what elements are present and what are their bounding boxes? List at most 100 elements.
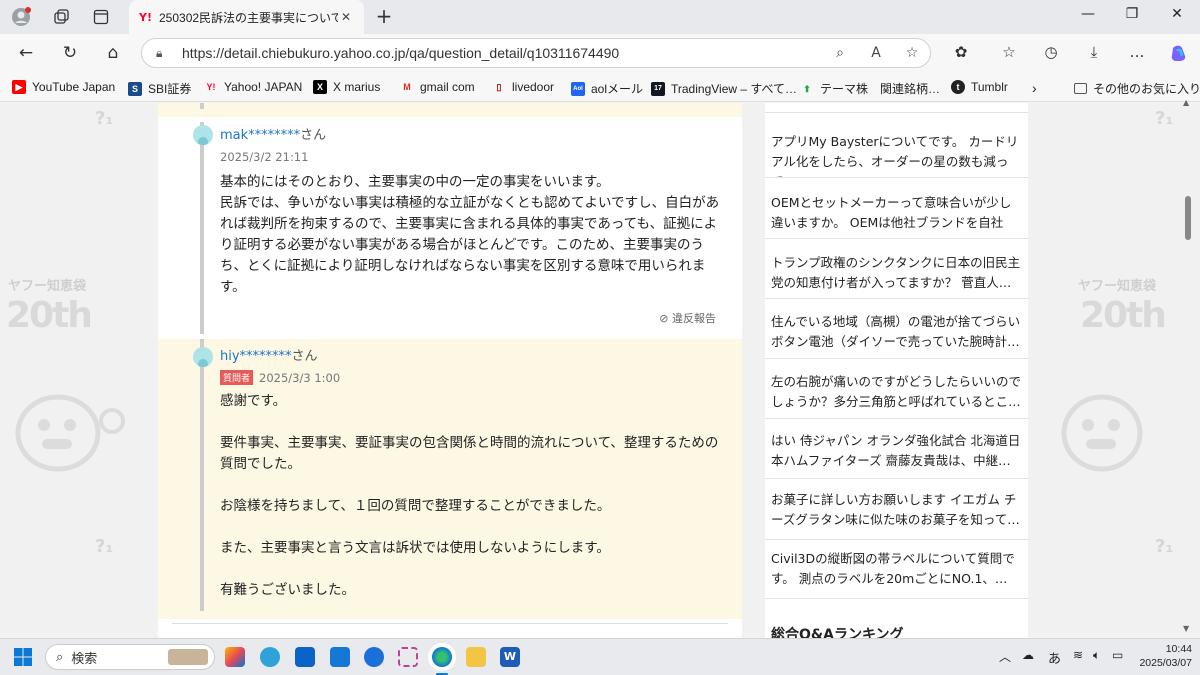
sidebar-item[interactable]: はい 侍ジャパン オランダ強化試合 北海道日本ハムファイターズ 齋藤友貴哉は、中… <box>765 420 1028 479</box>
windows-start-icon[interactable] <box>14 648 32 670</box>
mascot-right-icon <box>1032 373 1182 487</box>
question-mark-decor-icon: ?₁ <box>1155 108 1174 129</box>
web-page: ?₁ ヤフー知恵袋 20th ?₁ ?₁ ヤフー知恵袋 20th ?₁ mak*… <box>0 103 1200 638</box>
bookmark-livedoor[interactable]: ▯ livedoor <box>492 80 555 94</box>
bookmark-gmail[interactable]: Mgmail com <box>400 80 474 94</box>
sidebar-item-partial[interactable] <box>765 103 1028 113</box>
answer-username[interactable]: mak********さん <box>220 124 326 143</box>
tradingview-icon: 17 <box>651 81 665 96</box>
sidebar-item[interactable]: Civil3Dの縦断図の帯ラベルについて質問です。 測点のラベルを20mごとにN… <box>765 541 1028 599</box>
tray-chevron-icon[interactable]: ︿ <box>999 648 1011 665</box>
refresh-icon[interactable]: ↻ <box>58 43 82 63</box>
mascot-left-icon <box>8 373 128 487</box>
back-icon[interactable]: ← <box>14 43 38 63</box>
bookmark-aol[interactable]: Aol aolメール <box>571 80 643 97</box>
history-icon[interactable]: ◷ <box>1040 43 1062 61</box>
url-text[interactable]: https://detail.chiebukuro.yahoo.co.jp/qa… <box>182 45 822 61</box>
zoom-icon[interactable]: ⌕ <box>822 45 858 61</box>
thread-line <box>200 339 204 611</box>
address-bar[interactable]: 🔒︎ https://detail.chiebukuro.yahoo.co.jp… <box>141 38 931 68</box>
sidebar-item[interactable]: OEMとセットメーカーって意味合いが少し違いますか。 OEMは他社ブランドを自社… <box>765 179 1028 239</box>
screen: Y! 250302民訴法の主要事実について… ✕ + — ❐ ✕ ← ↻ ⌂ 🔒… <box>0 0 1200 675</box>
yahoo-favicon-icon: Y! <box>139 10 152 24</box>
questioner-badge: 質問者 <box>220 370 254 385</box>
outlook-icon[interactable] <box>295 647 315 667</box>
thread-line <box>200 103 204 109</box>
bookmark-tradingview[interactable]: 17 TradingView – すべて… <box>651 80 797 97</box>
bookmark-other-folder[interactable]: その他のお気に入り <box>1074 80 1200 97</box>
minimize-icon[interactable]: — <box>1077 6 1099 22</box>
sidebar-item[interactable]: アプリMy Baysterについてです。 カードリアル化をしたら、オーダーの星の… <box>765 120 1028 178</box>
scroll-up-icon[interactable]: ▲ <box>1183 98 1189 107</box>
prohibit-icon: ⊘ <box>659 312 672 325</box>
bookmark-x[interactable]: XX marius <box>313 80 380 94</box>
bookmark-yahoo[interactable]: Y! Yahoo! JAPAN <box>204 80 303 94</box>
scrollbar-thumb[interactable] <box>1185 196 1191 240</box>
favorite-star-icon[interactable]: ☆ <box>894 45 930 61</box>
tumblr-icon: t <box>951 80 965 94</box>
home-icon[interactable]: ⌂ <box>101 43 125 63</box>
bookmarks-overflow-icon[interactable]: › <box>1032 80 1037 96</box>
sidebar-item[interactable]: 左の右腕が痛いのですがどうしたらいいのでしょうか？多分三角筋と呼ばれているとこ… <box>765 360 1028 419</box>
profile-icon[interactable] <box>10 6 32 28</box>
bookmark-youtube[interactable]: ▶ YouTube Japan <box>12 80 115 94</box>
copilot-icon[interactable] <box>1168 43 1190 67</box>
taskbar-search[interactable]: ⌕ 検索 <box>45 644 215 670</box>
more-icon[interactable]: … <box>1126 43 1148 61</box>
livedoor-icon: ▯ <box>496 82 502 92</box>
battery-icon[interactable]: ▭ <box>1112 648 1123 662</box>
onedrive-icon[interactable]: ☁ <box>1022 648 1034 662</box>
report-link[interactable]: ⊘ 違反報告 <box>659 310 716 326</box>
copilot-taskbar-icon[interactable] <box>225 647 245 667</box>
search-highlight-image <box>168 649 208 665</box>
question-mark-decor-icon: ?₁ <box>1155 536 1174 557</box>
wifi-icon[interactable]: ≋ <box>1073 648 1083 662</box>
divider <box>172 623 728 624</box>
extensions-icon[interactable]: ✿ <box>950 43 972 61</box>
window-close-icon[interactable]: ✕ <box>1166 6 1188 22</box>
lock-icon[interactable]: 🔒︎ <box>156 46 182 61</box>
safari-like-icon[interactable] <box>364 647 384 667</box>
sidebar-item[interactable]: お菓子に詳しい方お願いします イエガム チーズグラタン味に似た味のお菓子を知って… <box>765 480 1028 540</box>
sidebar-item[interactable]: 住んでいる地域（高槻）の電池が捨てづらいボタン電池（ダイソーで売っていた腕時計… <box>765 300 1028 359</box>
sbi-icon: S <box>128 81 142 96</box>
read-aloud-icon[interactable]: A <box>858 45 894 61</box>
bookmark-tumblr[interactable]: t Tumblr <box>951 80 1008 94</box>
close-tab-icon[interactable]: ✕ <box>338 10 354 24</box>
restore-icon[interactable]: ❐ <box>1121 6 1143 22</box>
browser-tab-bar: Y! 250302民訴法の主要事実について… ✕ + — ❐ ✕ <box>0 0 1200 34</box>
volume-icon[interactable]: 🔈︎ <box>1093 648 1100 663</box>
favorites-icon[interactable]: ☆ <box>998 43 1020 61</box>
avatar[interactable] <box>193 347 213 367</box>
edge-icon[interactable] <box>432 647 452 667</box>
answer-item-questioner: hiy********さん 質問者 2025/3/3 1:00 感謝です。 要件事… <box>158 339 742 619</box>
word-icon[interactable]: W <box>500 647 520 667</box>
question-mark-decor-icon: ?₁ <box>95 108 114 129</box>
answer-body: 感謝です。 要件事実、主要事実、要証事実の包含関係と時間的流れについて、整理する… <box>220 393 719 598</box>
new-tab-icon[interactable]: + <box>373 5 395 27</box>
tab-active[interactable]: Y! 250302民訴法の主要事実について… ✕ <box>129 0 364 34</box>
address-toolbar: ← ↻ ⌂ 🔒︎ https://detail.chiebukuro.yahoo… <box>0 34 1200 74</box>
ranking-heading: 総合Q&Aランキング <box>771 627 904 638</box>
answer-username[interactable]: hiy********さん <box>220 345 318 364</box>
mail-icon[interactable] <box>330 647 350 667</box>
windows-taskbar: ⌕ 検索 W ︿ ☁ あ ≋ 🔈︎ ▭ 10:44 2025/03/07 <box>0 638 1200 675</box>
file-explorer-icon[interactable] <box>466 647 486 667</box>
scroll-down-icon[interactable]: ▼ <box>1183 624 1189 633</box>
folder-icon <box>1074 83 1087 94</box>
workspaces-icon[interactable] <box>50 6 72 28</box>
tab-actions-icon[interactable] <box>90 6 112 28</box>
sidebar-item[interactable]: トランプ政権のシンクタンクに日本の旧民主党の知恵付け者が入ってますか？ 菅直人… <box>765 240 1028 299</box>
bookmark-sbi[interactable]: S SBI証券 <box>128 80 191 97</box>
avatar[interactable] <box>193 125 213 145</box>
kabutan-icon: ⬆ <box>803 83 811 94</box>
answer-item: mak********さん 2025/3/2 21:11 基本的にはそのとおり、… <box>158 117 742 339</box>
taskbar-clock[interactable]: 10:44 2025/03/07 <box>1132 642 1192 670</box>
yahoo-icon: Y! <box>206 82 216 92</box>
page-scrollbar[interactable]: ▲ ▼ <box>1183 96 1193 636</box>
ime-indicator[interactable]: あ <box>1048 648 1061 667</box>
snipping-tool-icon[interactable] <box>398 647 418 667</box>
downloads-icon[interactable]: ⤓ <box>1083 43 1105 61</box>
widgets-icon[interactable] <box>260 647 280 667</box>
bookmark-kabu[interactable]: ⬆ テーマ株 関連銘柄… <box>800 80 940 97</box>
